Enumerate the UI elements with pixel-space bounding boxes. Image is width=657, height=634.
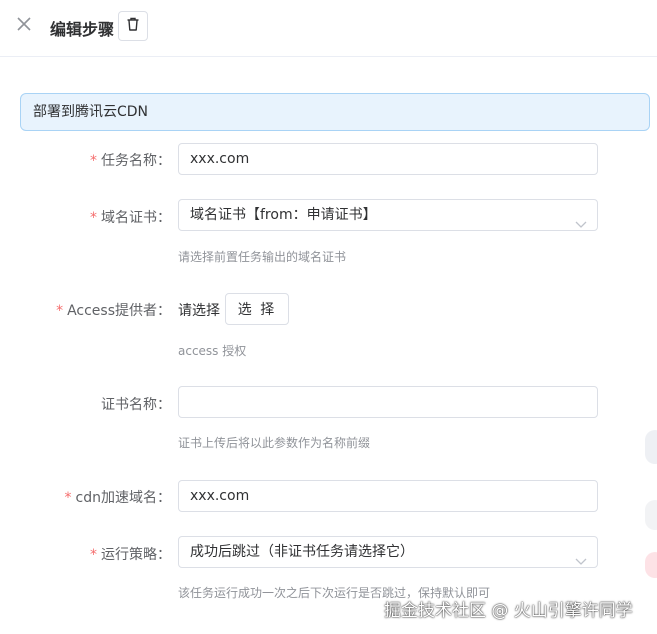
access-label: * Access提供者： [56,303,171,319]
strategy-select-value: 成功后跳过（非证书任务请选择它） [190,544,414,560]
required-mark: * [64,490,72,506]
strategy-label: * 运行策略： [90,547,171,563]
cdn-domain-input[interactable]: xxx.com [178,480,598,512]
chevron-down-icon [575,210,587,228]
required-mark: * [56,303,64,319]
strategy-select[interactable]: 成功后跳过（非证书任务请选择它） [178,536,598,568]
delete-button[interactable] [118,11,148,41]
task-name-label: * 任务名称： [90,153,171,169]
cert-label: * 域名证书： [90,210,171,226]
floating-widget[interactable] [645,552,657,578]
access-value: 请选择 [178,303,220,319]
chevron-down-icon [575,547,587,565]
cert-name-label: 证书名称： [101,397,171,413]
watermark: 掘金技术社区 @ 火山引擎许同学 [384,601,633,621]
drawer-header: 编辑步骤 [0,0,657,57]
required-mark: * [90,153,97,169]
trash-icon [125,16,141,36]
floating-widget[interactable] [645,500,657,530]
cert-select-value: 域名证书【from：申请证书】 [190,207,377,223]
page-title: 编辑步骤 [50,20,115,39]
floating-widget[interactable] [645,430,657,464]
required-mark: * [90,547,97,563]
access-help: access 授权 [178,344,247,358]
cert-select[interactable]: 域名证书【from：申请证书】 [178,199,598,231]
cert-help: 请选择前置任务输出的域名证书 [178,250,347,264]
cert-name-input[interactable] [178,386,598,418]
choose-access-button[interactable]: 选 择 [225,293,289,325]
required-mark: * [90,210,97,226]
cdn-domain-label: * cdn加速域名： [64,490,171,506]
task-name-input[interactable]: xxx.com [178,143,598,175]
info-banner: 部署到腾讯云CDN [20,93,650,131]
close-icon[interactable] [14,14,34,34]
cert-name-help: 证书上传后将以此参数作为名称前缀 [178,436,371,450]
